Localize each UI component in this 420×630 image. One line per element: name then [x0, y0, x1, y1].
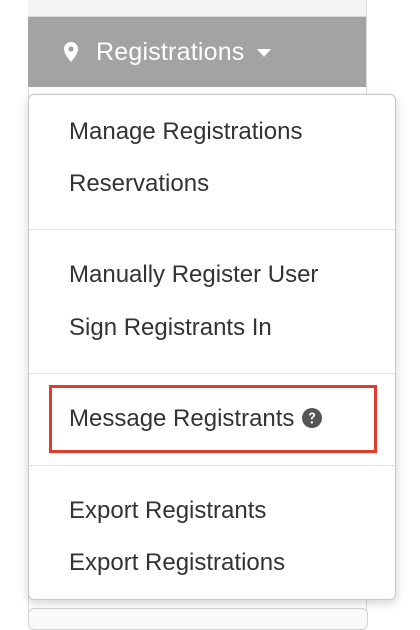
- menu-item-sign-registrants-in[interactable]: Sign Registrants In: [69, 313, 272, 343]
- map-pin-icon: [64, 42, 78, 62]
- menu-item-manage-registrations[interactable]: Manage Registrations: [69, 117, 302, 147]
- dropdown-label: Registrations: [96, 37, 245, 66]
- registrations-dropdown-menu: Manage Registrations Reservations Manual…: [28, 94, 396, 600]
- menu-item-label: Message Registrants: [69, 405, 295, 432]
- menu-divider: [29, 229, 395, 230]
- menu-item-message-registrants[interactable]: Message Registrants: [69, 404, 323, 434]
- menu-divider: [29, 373, 395, 374]
- previous-nav-item: [28, 0, 366, 17]
- menu-item-export-registrations[interactable]: Export Registrations: [69, 548, 285, 578]
- help-circle-icon[interactable]: [302, 407, 323, 428]
- menu-divider: [29, 465, 395, 466]
- caret-down-icon: [256, 49, 271, 57]
- menu-item-reservations[interactable]: Reservations: [69, 169, 209, 199]
- next-section-card: [28, 608, 368, 630]
- menu-item-manually-register-user[interactable]: Manually Register User: [69, 260, 318, 290]
- registrations-dropdown-toggle[interactable]: Registrations: [28, 17, 366, 87]
- menu-item-export-registrants[interactable]: Export Registrants: [69, 496, 266, 526]
